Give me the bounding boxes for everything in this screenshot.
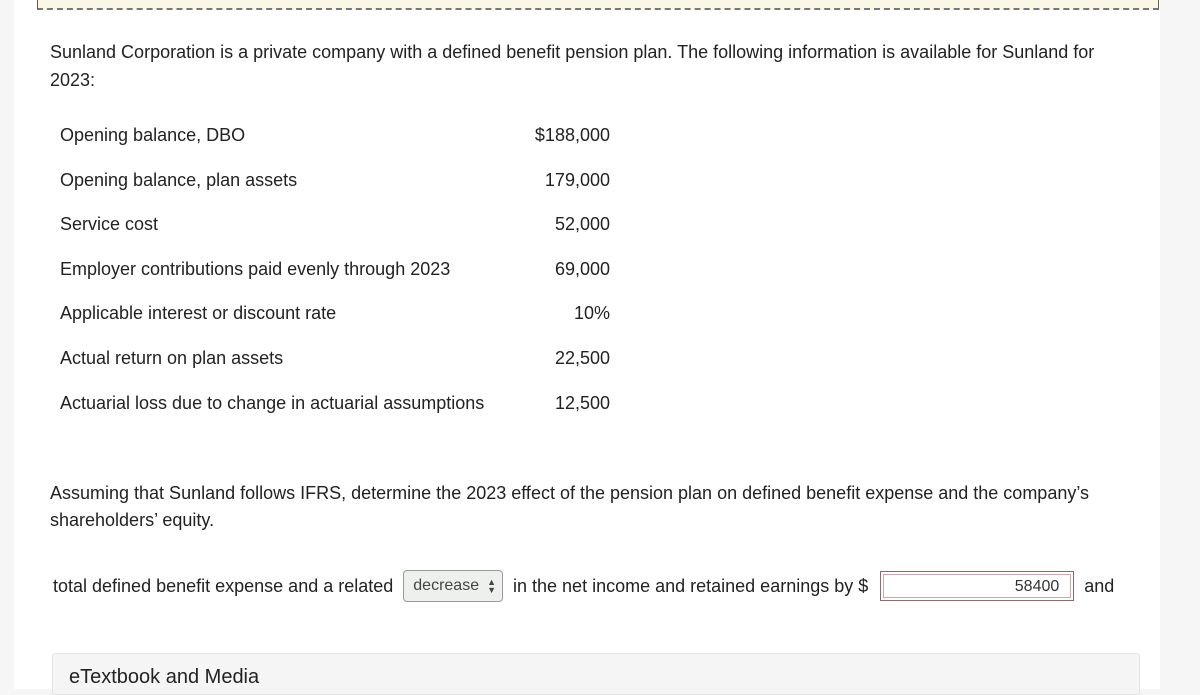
item-label: Service cost — [60, 214, 159, 235]
effect-select-value: decrease — [413, 577, 480, 594]
amount-input[interactable]: 58400 — [880, 571, 1075, 601]
item-value: 22,500 — [554, 348, 610, 368]
item-label: Opening balance, DBO — [60, 125, 246, 145]
answer-suffix: and — [1084, 575, 1115, 596]
answer-prefix: total defined benefit expense and a rela… — [53, 575, 394, 596]
item-label: Employer contributions paid evenly throu… — [60, 258, 451, 279]
item-label: Applicable interest or discount rate — [60, 303, 337, 324]
item-value: 69,000 — [554, 258, 610, 279]
item-label: Opening balance, plan assets — [60, 169, 298, 190]
question-text: Assuming that Sunland follows IFRS, dete… — [50, 483, 1090, 530]
item-value: 12,500 — [554, 392, 610, 413]
item-value: 10% — [573, 303, 610, 324]
item-value: 179,000 — [544, 169, 610, 190]
answer-row: total defined benefit expense and a rela… — [53, 570, 1114, 602]
effect-select[interactable]: decrease ▲ ▼ — [403, 570, 504, 602]
etextbook-media-label: eTextbook and Media — [69, 666, 260, 688]
previous-panel-edge — [37, 0, 1159, 10]
item-value: 52,000 — [554, 214, 610, 235]
item-label: Actual return on plan assets — [60, 348, 284, 368]
problem-intro: Sunland Corporation is a private company… — [50, 42, 1095, 90]
answer-middle: in the net income and retained earnings … — [513, 575, 869, 596]
select-arrows-icon: ▲ ▼ — [487, 577, 497, 595]
item-label: Actuarial loss due to change in actuaria… — [60, 392, 485, 413]
item-value: $188,000 — [534, 125, 610, 145]
